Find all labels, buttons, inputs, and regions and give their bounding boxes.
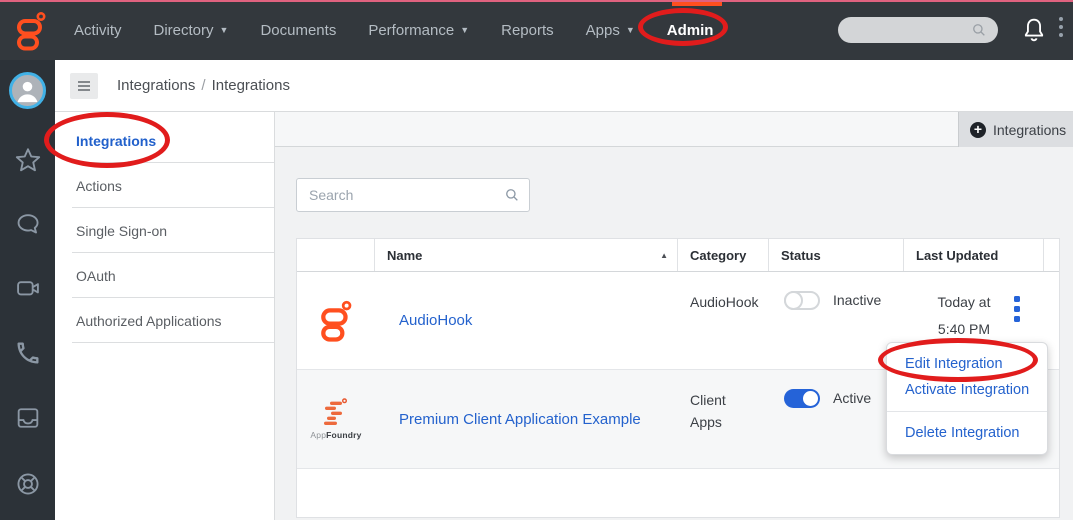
- nav-item-admin[interactable]: Admin: [667, 22, 714, 39]
- row-actions-kebab-icon[interactable]: [1014, 296, 1022, 322]
- menu-item-delete-integration[interactable]: Delete Integration: [887, 420, 1047, 446]
- integration-name-cell: Premium Client Application Example: [375, 370, 678, 468]
- phone-icon[interactable]: [14, 339, 42, 367]
- genesys-logo-icon[interactable]: [14, 11, 48, 51]
- appfoundry-logo-icon: AppFoundry: [297, 370, 375, 468]
- sidebar-item-oauth[interactable]: OAuth: [55, 253, 274, 298]
- menu-item-activate-integration[interactable]: Activate Integration: [887, 377, 1047, 403]
- integration-category-cell: AudioHook: [678, 272, 769, 369]
- notifications-bell-icon[interactable]: [1020, 15, 1048, 45]
- caret-down-icon: ▼: [626, 25, 635, 35]
- user-avatar[interactable]: [9, 72, 46, 109]
- integration-category-cell: Client Apps: [678, 370, 769, 468]
- status-label: Inactive: [833, 291, 881, 310]
- top-strip-decoration: [0, 0, 1073, 2]
- search-icon: [970, 21, 988, 39]
- menu-item-edit-integration[interactable]: Edit Integration: [887, 351, 1047, 377]
- add-integration-button[interactable]: Integrations: [958, 112, 1073, 147]
- caret-down-icon: ▼: [460, 25, 469, 35]
- inbox-tray-icon[interactable]: [14, 404, 42, 432]
- nav-item-reports[interactable]: Reports: [501, 22, 554, 39]
- nav-item-apps[interactable]: Apps▼: [586, 22, 635, 39]
- search-input[interactable]: [296, 178, 530, 212]
- menu-hamburger-icon[interactable]: [70, 73, 98, 99]
- column-header-category[interactable]: Category: [678, 239, 769, 271]
- integrations-side-menu: Integrations Actions Single Sign-on OAut…: [55, 112, 275, 520]
- integration-link-premium-client-app[interactable]: Premium Client Application Example: [399, 411, 641, 428]
- genesys-logo-icon: [297, 272, 375, 369]
- breadcrumb-bar: Integrations/Integrations: [55, 60, 1073, 112]
- column-header-name[interactable]: Name: [375, 239, 678, 271]
- row-actions-context-menu: Edit Integration Activate Integration De…: [886, 342, 1048, 455]
- table-header-row: Name Category Status Last Updated: [297, 239, 1059, 272]
- caret-down-icon: ▼: [220, 25, 229, 35]
- status-toggle[interactable]: [784, 389, 820, 408]
- favorites-star-icon[interactable]: [14, 146, 42, 174]
- breadcrumb: Integrations/Integrations: [117, 77, 290, 94]
- nav-item-performance[interactable]: Performance▼: [368, 22, 469, 39]
- main-content: Integrations Name Category Status Last U…: [275, 112, 1073, 520]
- left-icon-rail: [0, 60, 55, 520]
- nav-item-activity[interactable]: Activity: [74, 22, 122, 39]
- sidebar-item-actions[interactable]: Actions: [55, 163, 274, 208]
- sort-ascending-icon[interactable]: [660, 251, 668, 260]
- menu-separator: [887, 411, 1047, 412]
- help-ring-icon[interactable]: [14, 470, 42, 498]
- plus-circle-icon: [970, 122, 986, 138]
- sidebar-item-integrations[interactable]: Integrations: [55, 118, 274, 163]
- breadcrumb-section[interactable]: Integrations: [117, 77, 195, 94]
- status-label: Active: [833, 389, 871, 408]
- content-toolbar: Integrations: [275, 112, 1073, 147]
- table-empty-area: [297, 469, 1059, 517]
- overflow-kebab-icon[interactable]: [1056, 17, 1066, 45]
- column-header-icon: [297, 239, 375, 271]
- table-search-box: [296, 178, 530, 212]
- search-icon: [503, 186, 521, 204]
- column-header-last-updated[interactable]: Last Updated: [904, 239, 1044, 271]
- chat-bubble-icon[interactable]: [14, 210, 42, 238]
- integration-name-cell: AudioHook: [375, 272, 678, 369]
- status-toggle[interactable]: [784, 291, 820, 310]
- nav-item-documents[interactable]: Documents: [260, 22, 336, 39]
- primary-navigation: Activity Directory▼ Documents Performanc…: [74, 0, 713, 60]
- sidebar-item-single-sign-on[interactable]: Single Sign-on: [55, 208, 274, 253]
- column-header-actions: [1044, 239, 1059, 271]
- breadcrumb-separator: /: [195, 77, 211, 94]
- sidebar-item-authorized-applications[interactable]: Authorized Applications: [55, 298, 274, 343]
- breadcrumb-page: Integrations: [212, 77, 290, 94]
- nav-item-directory[interactable]: Directory▼: [154, 22, 229, 39]
- top-nav-bar: Activity Directory▼ Documents Performanc…: [0, 0, 1073, 60]
- video-camera-icon[interactable]: [14, 274, 42, 302]
- appfoundry-caption: AppFoundry: [310, 430, 361, 440]
- integration-status-cell: Inactive: [769, 272, 904, 369]
- active-tab-indicator: [672, 2, 722, 6]
- integration-status-cell: Active: [769, 370, 904, 468]
- integration-link-audiohook[interactable]: AudioHook: [399, 312, 472, 329]
- column-header-status[interactable]: Status: [769, 239, 904, 271]
